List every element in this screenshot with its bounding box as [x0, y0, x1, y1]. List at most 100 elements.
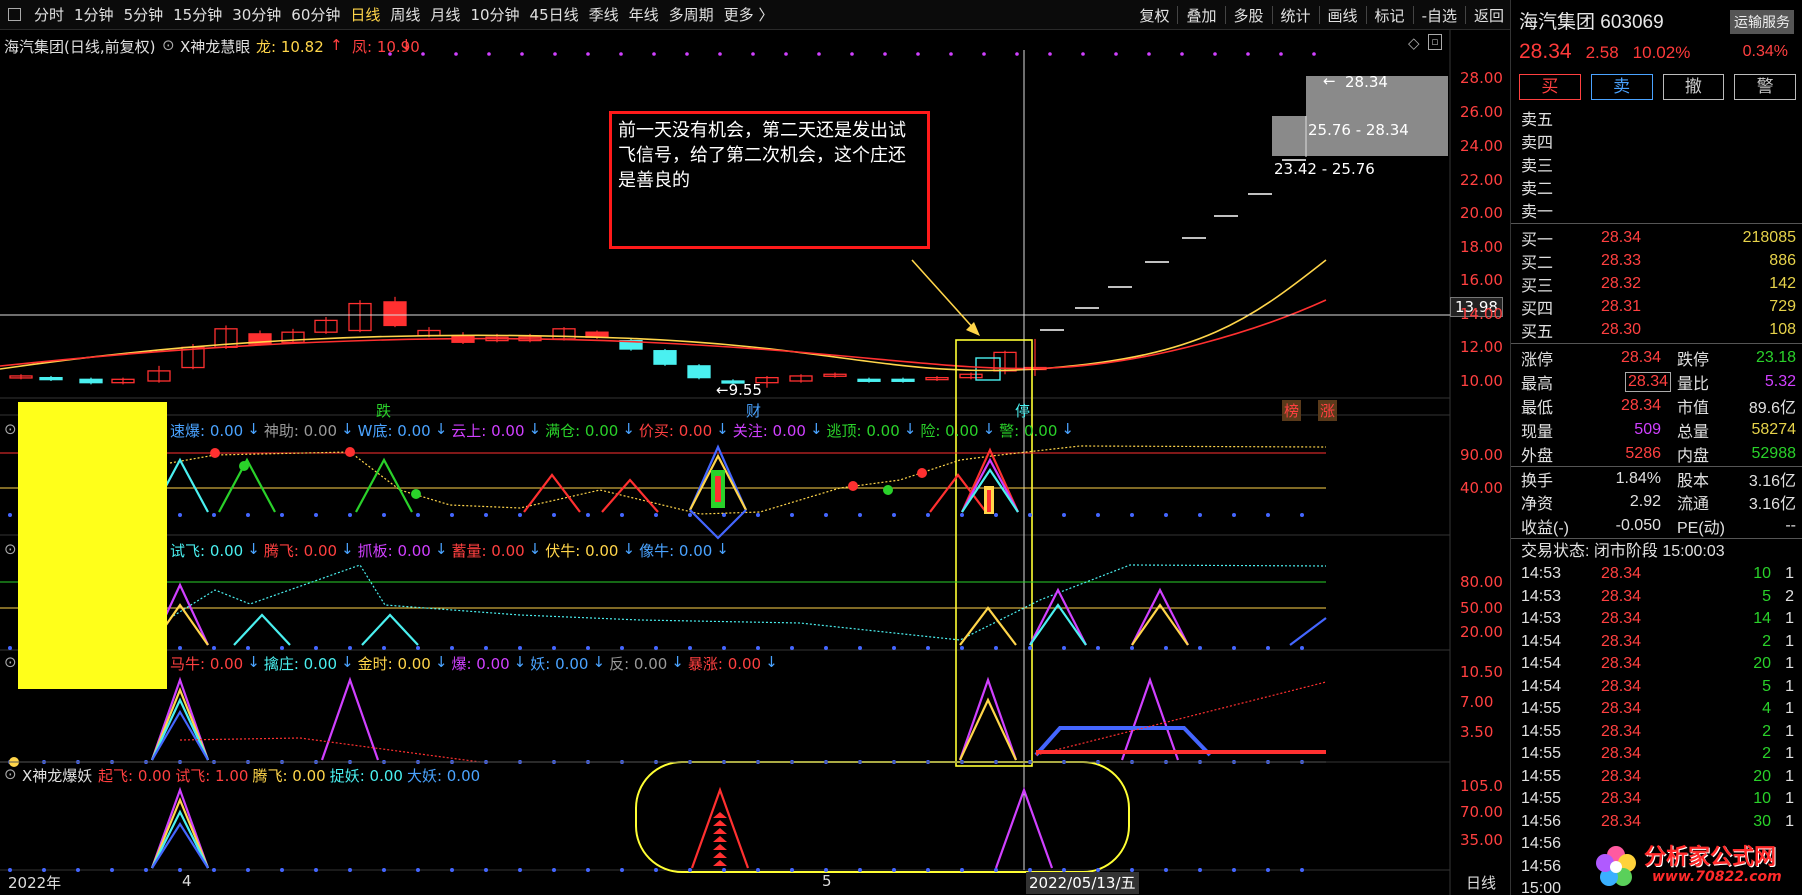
baseline-dot: [1062, 513, 1066, 517]
order-book-row[interactable]: 买五 28.30 108: [1511, 318, 1802, 341]
baseline-dot: [1198, 513, 1202, 517]
panel2-toggle-icon[interactable]: ⊙: [4, 540, 17, 558]
order-book-row[interactable]: 卖一: [1511, 198, 1802, 221]
panel1-toggle-icon[interactable]: ⊙: [4, 420, 17, 438]
tick-time: 14:55: [1521, 745, 1562, 763]
cancel-order-button[interactable]: 撤: [1662, 74, 1725, 100]
candle-body: [79, 378, 103, 384]
order-book-row[interactable]: 卖二: [1511, 175, 1802, 198]
diamond-icon[interactable]: ◇: [1408, 34, 1420, 52]
stat-value: 28.34: [1625, 372, 1671, 392]
indicator-legend-item: 警: 0.00: [999, 422, 1058, 440]
down-arrow-icon: ↓: [716, 540, 729, 558]
down-arrow-icon: ↓: [528, 420, 542, 438]
signal-dot: [1312, 52, 1316, 56]
baseline-dot: [688, 646, 692, 650]
alert-button[interactable]: 警: [1734, 74, 1796, 100]
stat-label: 现量: [1521, 424, 1554, 441]
indicator-legend-item: 腾飞: 0.00: [252, 767, 326, 785]
indicator-legend-item: 马牛: 0.00: [170, 655, 244, 673]
indicator-line: [179, 737, 481, 763]
order-level-label: 买四: [1521, 300, 1554, 318]
indicator-legend-item: 价买: 0.00: [638, 422, 713, 440]
baseline-dot: [212, 868, 216, 872]
sell-button[interactable]: 卖: [1590, 74, 1653, 100]
tick-row: 14:53 28.34 10 1: [1511, 563, 1802, 586]
baseline-dot: [722, 868, 726, 872]
tick-row: 14:55 28.34 4 1: [1511, 698, 1802, 721]
tick-count: 1: [1785, 790, 1794, 808]
baseline-dot: [926, 868, 930, 872]
indicator-tick-label: 20.00: [1460, 623, 1503, 641]
bid-list: 买一 28.34 218085 买二 28.33 886 买三 28.32 142 买四 28.31…: [1511, 226, 1802, 341]
order-book-row[interactable]: 买二 28.33 886: [1511, 249, 1802, 272]
stat-row: 换手 1.84% 股本 3.16亿: [1511, 466, 1802, 490]
indicator-legend-item: 反: 0.00: [609, 655, 668, 673]
stat-label: 总量: [1677, 424, 1710, 441]
down-arrow-icon: ↓: [513, 653, 527, 671]
order-book-row[interactable]: 买三 28.32 142: [1511, 272, 1802, 295]
tick-time: 15:00: [1521, 880, 1562, 895]
watermark-url: www.70822.com: [1652, 869, 1782, 885]
signal-bar: [715, 476, 721, 502]
tick-time: 14:56: [1521, 812, 1562, 830]
order-book-row[interactable]: 卖五: [1511, 106, 1802, 129]
panel3-toggle-icon[interactable]: ⊙: [4, 653, 17, 671]
order-book-row[interactable]: 卖三: [1511, 152, 1802, 175]
stat-value: 58274: [1751, 421, 1797, 438]
signal-triangle: [1120, 676, 1180, 761]
order-level-label: 卖四: [1521, 134, 1554, 152]
tick-count: 1: [1785, 677, 1794, 695]
stat-value: --: [1785, 517, 1796, 534]
order-book-row[interactable]: 买四 28.31 729: [1511, 295, 1802, 318]
order-book-row[interactable]: 卖四: [1511, 129, 1802, 152]
industry-badge[interactable]: 运输服务: [1730, 10, 1794, 34]
down-arrow-icon: ↓: [592, 653, 606, 671]
panel4-toggle-icon[interactable]: ⊙: [4, 765, 17, 783]
baseline-dot: [858, 646, 862, 650]
resistance-label: 23.42 - 25.76: [1274, 160, 1375, 178]
tick-time: 14:56: [1521, 857, 1562, 875]
signal-triangle: [929, 473, 987, 513]
baseline-dot: [790, 646, 794, 650]
quote-panel: 海汽集团 603069 运输服务 28.34 2.58 10.02% 0.34%…: [1510, 0, 1802, 895]
panel3-legend: 马牛: 0.00 ↓ 擒庄: 0.00 ↓ 金时: 0.00 ↓ 爆: 0.00 ↓ 妖: 0.…: [170, 653, 778, 674]
baseline-dot: [1062, 646, 1066, 650]
tick-row: 14:54 28.34 20 1: [1511, 653, 1802, 676]
indicator-line: [1289, 617, 1327, 646]
signal-dot: [619, 52, 623, 56]
tick-row: 14:53 28.34 14 1: [1511, 608, 1802, 631]
tick-volume: 2: [1762, 722, 1771, 740]
baseline-dot: [1028, 646, 1032, 650]
price-change: 2.58: [1585, 43, 1619, 62]
baseline-dot: [994, 646, 998, 650]
baseline-dot: [1266, 868, 1270, 872]
indicator-tick-label: 90.00: [1460, 446, 1503, 464]
watermark-logo: 分析家公式网 www.70822.com: [1592, 835, 1802, 895]
indicator-toggle-icon[interactable]: ⊙: [162, 36, 175, 54]
signal-dot: [817, 52, 821, 56]
watermark-title: 分析家公式网: [1644, 845, 1777, 870]
tick-price: 28.34: [1601, 767, 1642, 785]
highlight-block: [18, 402, 167, 689]
baseline-dot: [518, 513, 522, 517]
indicator-legend-item: 捉妖: 0.00: [329, 767, 403, 785]
signal-dot: [917, 468, 927, 478]
buy-button[interactable]: 买: [1519, 74, 1581, 100]
down-arrow-icon: ↓: [341, 540, 354, 558]
order-book-row[interactable]: 买一 28.34 218085: [1511, 226, 1802, 249]
signal-triangle: [601, 478, 659, 513]
signal-dot: [982, 52, 986, 56]
tick-price: 28.34: [1601, 610, 1642, 628]
panel-settings-icon[interactable]: ▫: [1428, 34, 1442, 50]
indicator-legend-item: 伏牛: 0.00: [545, 542, 619, 560]
baseline-dot: [586, 513, 590, 517]
order-level-label: 卖三: [1521, 157, 1554, 175]
indicator-tick-label: 35.00: [1460, 831, 1503, 849]
low-price-marker: ←9.55: [716, 381, 762, 399]
stat-label: 净资: [1521, 496, 1554, 513]
tick-time: 14:55: [1521, 722, 1562, 740]
baseline-dot: [688, 513, 692, 517]
turnover-pct: 0.34%: [1742, 43, 1788, 60]
signal-dot: [883, 485, 893, 495]
